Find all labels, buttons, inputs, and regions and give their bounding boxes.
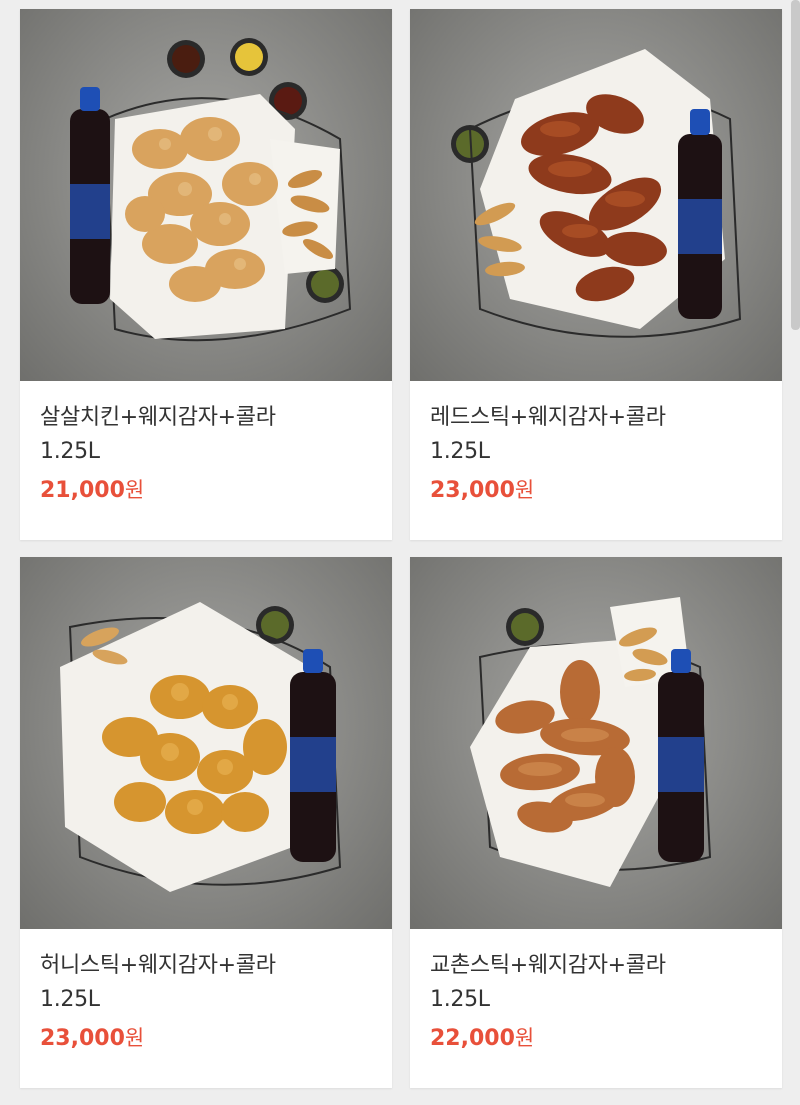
product-price: 22,000원 xyxy=(430,1026,535,1051)
product-name[interactable]: 교촌스틱+웨지감자+콜라 1.25L xyxy=(430,949,762,1017)
product-name[interactable]: 살살치킨+웨지감자+콜라 1.25L xyxy=(40,401,372,469)
product-name[interactable]: 레드스틱+웨지감자+콜라 1.25L xyxy=(430,401,762,469)
product-card[interactable]: 레드스틱+웨지감자+콜라 1.25L 23,000원 xyxy=(410,9,782,540)
product-name[interactable]: 허니스틱+웨지감자+콜라 1.25L xyxy=(40,949,372,1017)
product-price: 23,000원 xyxy=(40,1026,145,1051)
product-price: 23,000원 xyxy=(430,478,535,503)
product-card[interactable]: 허니스틱+웨지감자+콜라 1.25L 23,000원 xyxy=(20,557,392,1088)
product-grid: 살살치킨+웨지감자+콜라 1.25L 21,000원 레드스틱+웨지감자+콜라 … xyxy=(0,0,800,1105)
product-price: 21,000원 xyxy=(40,478,145,503)
product-card[interactable]: 교촌스틱+웨지감자+콜라 1.25L 22,000원 xyxy=(410,557,782,1088)
product-image[interactable] xyxy=(410,557,782,929)
product-image[interactable] xyxy=(20,9,392,381)
product-image[interactable] xyxy=(410,9,782,381)
product-card[interactable]: 살살치킨+웨지감자+콜라 1.25L 21,000원 xyxy=(20,9,392,540)
scrollbar[interactable] xyxy=(791,0,800,330)
product-image[interactable] xyxy=(20,557,392,929)
